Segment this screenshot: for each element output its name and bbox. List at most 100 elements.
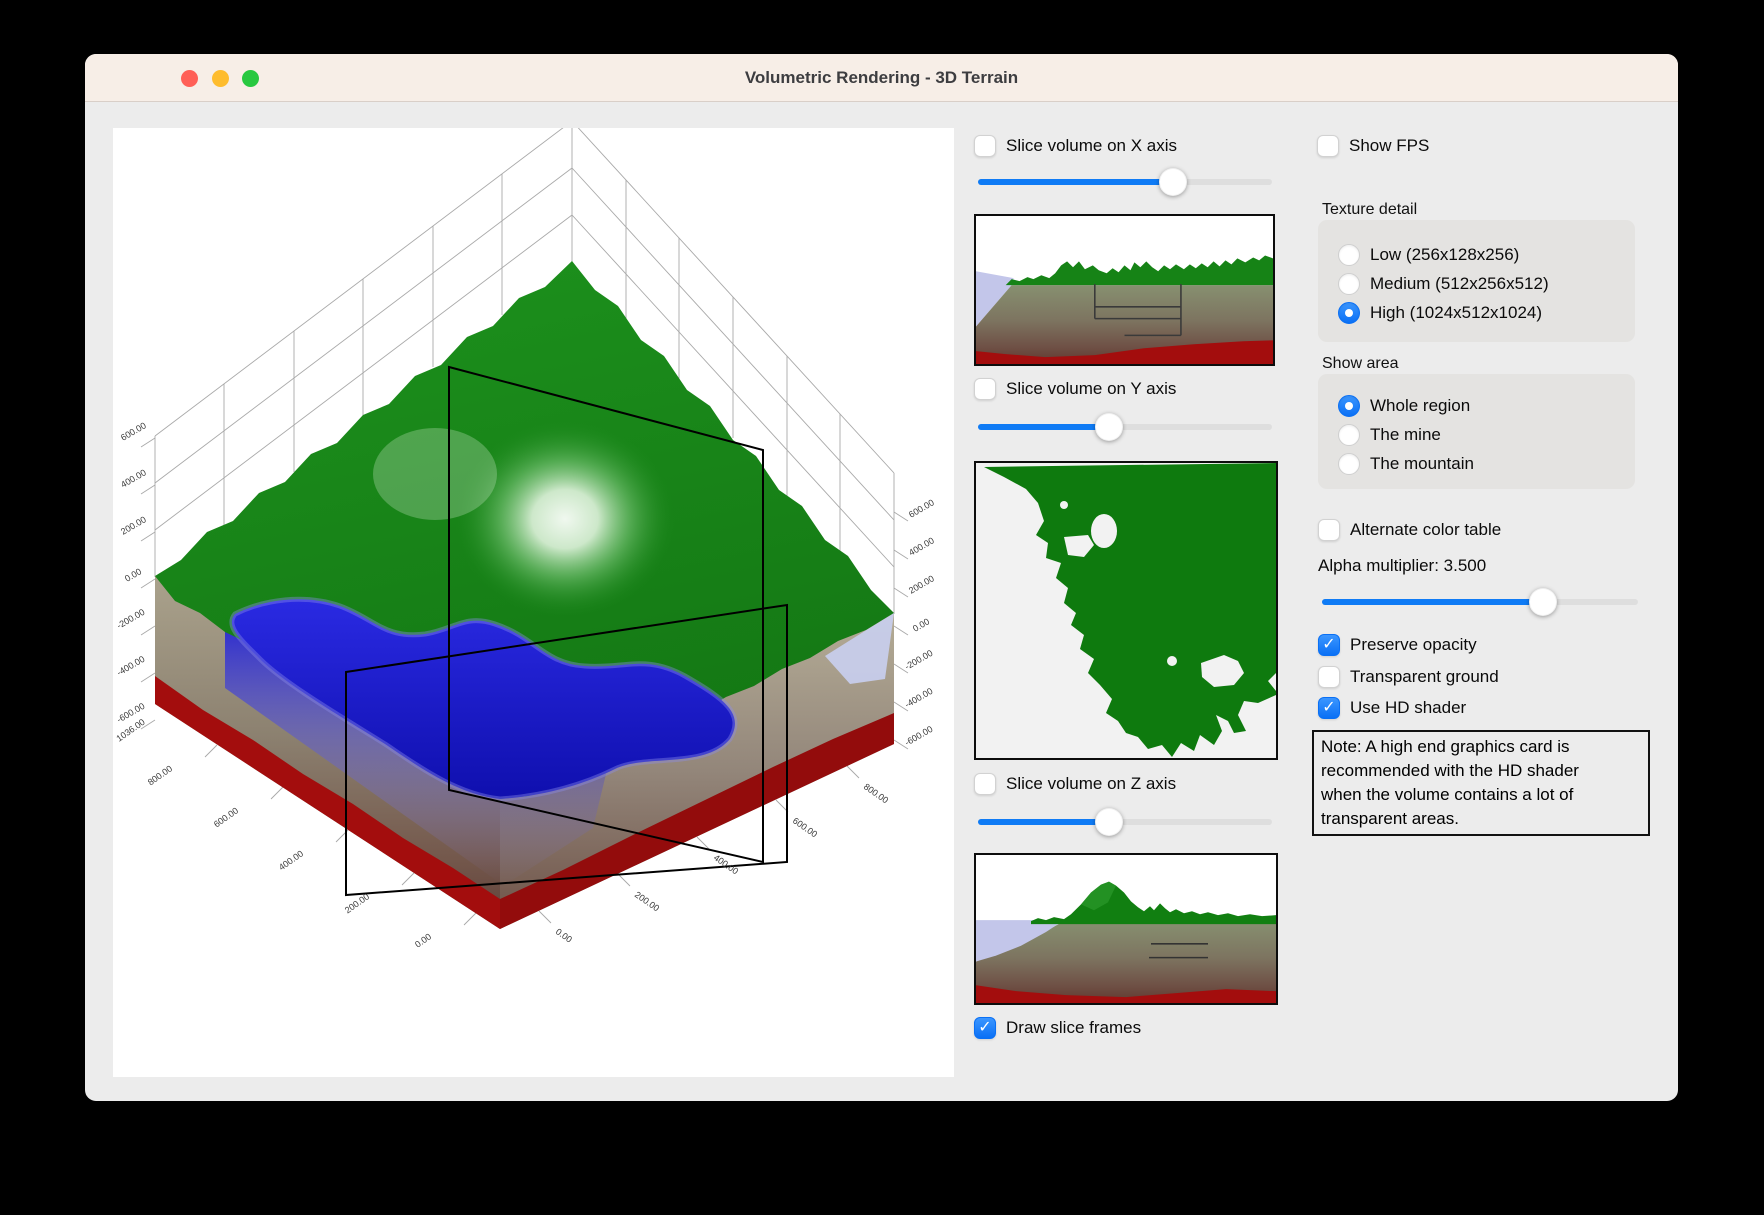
slice-z-checkbox[interactable]: ✓ [974, 773, 996, 795]
transparent-ground-checkbox[interactable]: ✓ [1318, 666, 1340, 688]
hd-shader-note: Note: A high end graphics card is recomm… [1312, 730, 1650, 836]
alpha-multiplier-label: Alpha multiplier: 3.500 [1318, 556, 1486, 576]
slider-fill [978, 179, 1178, 185]
texture-option-medium: Medium (512x256x512) [1338, 273, 1549, 295]
preserve-opacity-label: Preserve opacity [1350, 635, 1477, 655]
svg-text:600.00: 600.00 [119, 420, 148, 442]
transparent-ground-label: Transparent ground [1350, 667, 1499, 687]
slider-fill [1322, 599, 1550, 605]
ridge-highlight [373, 428, 497, 520]
texture-high-radio[interactable] [1338, 302, 1360, 324]
texture-low-label: Low (256x128x256) [1370, 245, 1519, 265]
svg-text:400.00: 400.00 [907, 535, 936, 557]
svg-text:600.00: 600.00 [791, 815, 819, 839]
area-option-whole: Whole region [1338, 395, 1470, 417]
preserve-opacity-row: ✓ Preserve opacity [1318, 634, 1477, 656]
svg-text:0.00: 0.00 [911, 616, 931, 633]
checkmark-icon: ✓ [978, 1020, 991, 1036]
texture-medium-radio[interactable] [1338, 273, 1360, 295]
alternate-color-checkbox[interactable]: ✓ [1318, 519, 1340, 541]
svg-text:0.00: 0.00 [554, 926, 574, 944]
svg-text:-200.00: -200.00 [903, 648, 934, 672]
slice-z-preview [974, 853, 1278, 1005]
slider-knob[interactable] [1159, 168, 1187, 196]
svg-text:600.00: 600.00 [907, 497, 936, 519]
slider-fill [978, 819, 1107, 825]
texture-high-label: High (1024x512x1024) [1370, 303, 1542, 323]
svg-text:-600.00: -600.00 [903, 724, 934, 748]
slice-y-preview [974, 461, 1278, 760]
slice-x-preview-image [976, 216, 1273, 364]
checkmark-icon: ✓ [1322, 700, 1335, 716]
svg-text:0.00: 0.00 [123, 566, 143, 583]
slice-x-row: ✓ Slice volume on X axis [974, 135, 1177, 157]
area-mine-radio[interactable] [1338, 424, 1360, 446]
note-line: recommended with the HD shader [1321, 759, 1641, 783]
show-fps-row: ✓ Show FPS [1317, 135, 1429, 157]
area-whole-radio[interactable] [1338, 395, 1360, 417]
draw-frames-checkbox[interactable]: ✓ [974, 1017, 996, 1039]
texture-option-high: High (1024x512x1024) [1338, 302, 1542, 324]
slider-knob[interactable] [1095, 413, 1123, 441]
svg-text:-400.00: -400.00 [903, 686, 934, 710]
area-option-mine: The mine [1338, 424, 1441, 446]
slider-knob[interactable] [1529, 588, 1557, 616]
titlebar: Volumetric Rendering - 3D Terrain [85, 54, 1678, 102]
svg-text:800.00: 800.00 [146, 763, 174, 787]
slice-x-checkbox[interactable]: ✓ [974, 135, 996, 157]
use-hd-shader-row: ✓ Use HD shader [1318, 697, 1466, 719]
draw-frames-row: ✓ Draw slice frames [974, 1017, 1141, 1039]
slice-z-slider[interactable] [978, 808, 1272, 836]
svg-text:400.00: 400.00 [119, 467, 148, 489]
slice-x-slider[interactable] [978, 168, 1272, 196]
note-line: transparent areas. [1321, 807, 1641, 831]
svg-text:0.00: 0.00 [413, 931, 433, 949]
slice-x-preview [974, 214, 1275, 366]
note-line: Note: A high end graphics card is [1321, 735, 1641, 759]
texture-detail-title: Texture detail [1322, 201, 1417, 219]
preserve-opacity-checkbox[interactable]: ✓ [1318, 634, 1340, 656]
slice-z-preview-image [976, 855, 1276, 1003]
alpha-multiplier-slider[interactable] [1322, 588, 1638, 616]
svg-text:200.00: 200.00 [119, 514, 148, 536]
slice-y-row: ✓ Slice volume on Y axis [974, 378, 1176, 400]
alternate-color-label: Alternate color table [1350, 520, 1501, 540]
slice-z-label: Slice volume on Z axis [1006, 774, 1176, 794]
area-mountain-label: The mountain [1370, 454, 1474, 474]
svg-text:800.00: 800.00 [862, 781, 890, 805]
svg-text:400.00: 400.00 [277, 848, 305, 872]
draw-frames-label: Draw slice frames [1006, 1018, 1141, 1038]
terrain-3d-view[interactable]: 600.00 400.00 200.00 0.00 -200.00 -400.0… [113, 128, 954, 1077]
checkmark-icon: ✓ [1322, 637, 1335, 653]
area-mountain-radio[interactable] [1338, 453, 1360, 475]
terrain-3d-render: 600.00 400.00 200.00 0.00 -200.00 -400.0… [113, 128, 954, 1077]
use-hd-shader-checkbox[interactable]: ✓ [1318, 697, 1340, 719]
svg-text:-400.00: -400.00 [115, 654, 146, 678]
svg-text:600.00: 600.00 [212, 805, 240, 829]
radio-dot-icon [1345, 402, 1353, 410]
slider-knob[interactable] [1095, 808, 1123, 836]
window-title: Volumetric Rendering - 3D Terrain [85, 54, 1678, 101]
svg-text:-200.00: -200.00 [115, 607, 146, 631]
alternate-color-row: ✓ Alternate color table [1318, 519, 1501, 541]
texture-option-low: Low (256x128x256) [1338, 244, 1519, 266]
area-option-mountain: The mountain [1338, 453, 1474, 475]
slice-y-preview-image [976, 463, 1276, 758]
alpha-multiplier-row: Alpha multiplier: 3.500 [1318, 556, 1486, 576]
area-whole-label: Whole region [1370, 396, 1470, 416]
svg-text:200.00: 200.00 [633, 889, 661, 913]
slice-y-label: Slice volume on Y axis [1006, 379, 1176, 399]
slice-x-label: Slice volume on X axis [1006, 136, 1177, 156]
transparent-ground-row: ✓ Transparent ground [1318, 666, 1499, 688]
svg-text:200.00: 200.00 [907, 573, 936, 595]
texture-medium-label: Medium (512x256x512) [1370, 274, 1549, 294]
slice-z-row: ✓ Slice volume on Z axis [974, 773, 1176, 795]
show-fps-checkbox[interactable]: ✓ [1317, 135, 1339, 157]
slider-fill [978, 424, 1107, 430]
slice-y-checkbox[interactable]: ✓ [974, 378, 996, 400]
app-window: Volumetric Rendering - 3D Terrain [85, 54, 1678, 1101]
texture-low-radio[interactable] [1338, 244, 1360, 266]
use-hd-shader-label: Use HD shader [1350, 698, 1466, 718]
note-line: when the volume contains a lot of [1321, 783, 1641, 807]
slice-y-slider[interactable] [978, 413, 1272, 441]
